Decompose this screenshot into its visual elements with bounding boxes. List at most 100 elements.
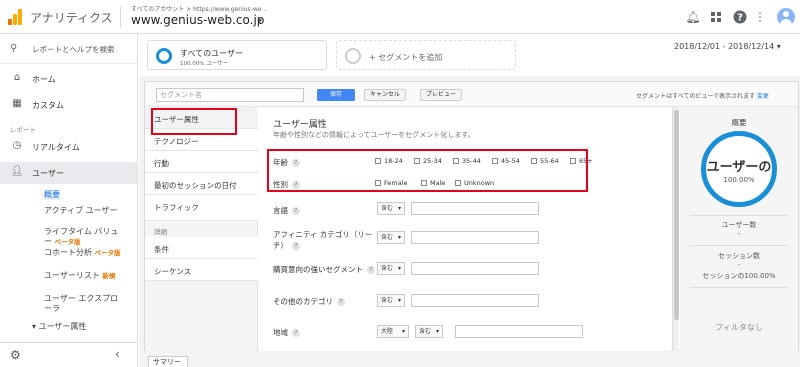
users-value: - bbox=[737, 230, 741, 238]
segment-ring-icon bbox=[156, 48, 172, 64]
sub-item-label: アクティブ ユーザー bbox=[44, 206, 118, 215]
location-operator-select[interactable]: 含む ▾ bbox=[415, 325, 443, 338]
help-icon[interactable]: ? bbox=[292, 242, 300, 250]
donut-label: ユーザーの bbox=[706, 160, 772, 175]
location-type-value: 大陸 bbox=[381, 328, 394, 335]
bell-icon[interactable]: 🔔︎ bbox=[685, 9, 701, 25]
caret-down-icon: ▾ bbox=[397, 297, 401, 304]
summary-donut: ユーザーの 100.00% bbox=[701, 131, 777, 207]
beta-badge: ベータ版 bbox=[94, 249, 121, 257]
location-label-text: 地域 bbox=[273, 328, 288, 337]
donut-percent: 100.00% bbox=[723, 176, 755, 184]
category-first-session-date[interactable]: 最初のセッションの日付 bbox=[145, 173, 258, 195]
advanced-heading: 詳細 bbox=[154, 228, 167, 236]
help-icon[interactable]: ? bbox=[367, 266, 375, 274]
location-label: 地域? bbox=[273, 327, 300, 338]
category-label: 最初のセッションの日付 bbox=[154, 181, 237, 190]
nav-realtime-label: リアルタイム bbox=[32, 143, 80, 152]
summary-panel: 概要 ユーザーの 100.00% ユーザー数 - セッション数 - セッションの… bbox=[680, 107, 798, 351]
sessions-percent: セッションの100.00% bbox=[702, 272, 776, 280]
account-breadcrumb[interactable]: すべてのアカウント > https://www.genius-we... bbox=[131, 4, 267, 13]
preview-button[interactable]: プレビュー bbox=[420, 89, 462, 101]
help-icon[interactable]: ? bbox=[337, 298, 345, 306]
no-filter-label: フィルタなし bbox=[715, 323, 763, 332]
affinity-value-input[interactable] bbox=[411, 231, 539, 244]
editor-toolbar: セグメント名 保存 キャンセル プレビュー セグメントはすべてのビューで表示され… bbox=[145, 82, 798, 107]
segment-editor: セグメント名 保存 キャンセル プレビュー セグメントはすべてのビューで表示され… bbox=[144, 81, 799, 351]
form-title: ユーザー属性 bbox=[273, 120, 327, 130]
sessions-value: - bbox=[737, 261, 741, 269]
gear-icon[interactable]: ⚙ bbox=[10, 348, 21, 362]
sub-item-lifetime-value[interactable]: ライフタイム バリュー ベータ版 bbox=[44, 227, 124, 247]
segment-sub: 100.00% ユーザー bbox=[180, 61, 229, 67]
sub-item-active-users[interactable]: アクティブ ユーザー bbox=[44, 206, 124, 216]
nav-item-custom[interactable]: ▦ カスタム bbox=[0, 94, 137, 116]
visibility-note: セグメントはすべてのビューで表示されます 変更 bbox=[636, 91, 769, 100]
operator-value: 含む bbox=[381, 205, 394, 212]
property-selector[interactable]: www.genius-web.co.jp bbox=[131, 13, 264, 27]
operator-value: 含む bbox=[381, 265, 394, 272]
affinity-label: アフィニティ カテゴリ（リーチ）? bbox=[273, 229, 373, 251]
category-conditions[interactable]: 条件 bbox=[145, 237, 258, 259]
avatar[interactable] bbox=[777, 8, 795, 26]
form-scrollbar[interactable] bbox=[672, 107, 679, 351]
nav-item-audience[interactable]: 👤︎ ユーザー bbox=[0, 162, 137, 184]
help-icon[interactable]: ? bbox=[292, 329, 300, 337]
cancel-button[interactable]: キャンセル bbox=[364, 89, 406, 101]
nav-custom-label: カスタム bbox=[32, 101, 64, 110]
category-traffic[interactable]: トラフィック bbox=[145, 195, 258, 221]
nav-search[interactable]: ⚲ レポートとヘルプを検索 bbox=[0, 34, 137, 64]
location-value-input[interactable] bbox=[455, 325, 583, 338]
category-behavior[interactable]: 行動 bbox=[145, 151, 258, 173]
affinity-operator-select[interactable]: 含む ▾ bbox=[377, 231, 405, 244]
segment-label: すべてのユーザー bbox=[180, 49, 243, 58]
date-range-picker[interactable]: 2018/12/01 - 2018/12/14 ▾ bbox=[674, 42, 781, 51]
location-type-select[interactable]: 大陸 ▾ bbox=[377, 325, 409, 338]
save-button[interactable]: 保存 bbox=[317, 89, 355, 101]
in-market-label-text: 購買意向の強いセグメント bbox=[273, 265, 363, 274]
other-category-label-text: その他のカテゴリ bbox=[273, 297, 333, 306]
language-value-input[interactable] bbox=[411, 202, 539, 215]
beta-badge: ベータ版 bbox=[54, 238, 81, 246]
add-segment-button[interactable]: + セグメントを追加 bbox=[336, 40, 516, 70]
sub-item-user-explorer[interactable]: ユーザー エクスプローラ bbox=[44, 294, 124, 314]
home-icon: ⌂ bbox=[13, 72, 21, 83]
nav-section-reports: レポート bbox=[10, 126, 36, 134]
category-label: トラフィック bbox=[154, 203, 199, 212]
form-description: 年齢や性別などの情報によってユーザーをセグメント化します。 bbox=[273, 131, 475, 139]
other-category-operator-select[interactable]: 含む ▾ bbox=[377, 294, 405, 307]
category-sequences[interactable]: シーケンス bbox=[145, 259, 258, 281]
language-label: 言語? bbox=[273, 205, 300, 216]
top-bar: アナリティクス すべてのアカウント > https://www.genius-w… bbox=[0, 0, 800, 34]
app-title: アナリティクス bbox=[30, 11, 113, 25]
visibility-change-link[interactable]: 変更 bbox=[757, 93, 769, 100]
summary-tab[interactable]: サマリー bbox=[148, 356, 188, 367]
help-icon[interactable]: ? bbox=[292, 207, 300, 215]
nav-footer: ⚙ ‹ bbox=[0, 342, 137, 367]
dashboard-icon: ▦ bbox=[12, 98, 22, 109]
in-market-value-input[interactable] bbox=[411, 262, 539, 275]
segment-all-users[interactable]: すべてのユーザー 100.00% ユーザー bbox=[147, 40, 327, 70]
sub-item-cohort[interactable]: コホート分析 ベータ版 bbox=[44, 248, 124, 258]
divider bbox=[690, 245, 788, 246]
segment-name-input[interactable]: セグメント名 bbox=[156, 88, 304, 102]
caret-down-icon[interactable]: ▾ bbox=[258, 16, 262, 25]
visibility-text: セグメントはすべてのビューで表示されます bbox=[636, 93, 755, 100]
demographics-form: ユーザー属性 年齢や性別などの情報によってユーザーをセグメント化します。 年齢?… bbox=[259, 107, 671, 351]
apps-icon[interactable] bbox=[708, 9, 724, 25]
nav-item-realtime[interactable]: ◷ リアルタイム bbox=[0, 136, 137, 158]
collapse-chevron-icon[interactable]: ‹ bbox=[115, 347, 120, 361]
in-market-operator-select[interactable]: 含む ▾ bbox=[377, 262, 405, 275]
sub-item-demographics[interactable]: ▾ ユーザー属性 bbox=[32, 322, 86, 332]
language-operator-select[interactable]: 含む ▾ bbox=[377, 202, 405, 215]
scrollbar-thumb[interactable] bbox=[674, 110, 679, 320]
nav-item-home[interactable]: ⌂ ホーム bbox=[0, 68, 137, 90]
category-list: ユーザー属性 テクノロジー 行動 最初のセッションの日付 トラフィック 詳細 条… bbox=[145, 107, 258, 351]
other-category-value-input[interactable] bbox=[411, 294, 539, 307]
more-vert-icon[interactable]: ⋮ bbox=[752, 9, 768, 25]
sub-item-user-list[interactable]: ユーザーリスト 新規 bbox=[44, 271, 124, 281]
help-icon[interactable]: ? bbox=[732, 9, 748, 25]
nav-audience-label: ユーザー bbox=[32, 169, 64, 178]
highlight-box bbox=[151, 108, 237, 135]
sub-item-overview[interactable]: 概要 bbox=[44, 190, 60, 200]
